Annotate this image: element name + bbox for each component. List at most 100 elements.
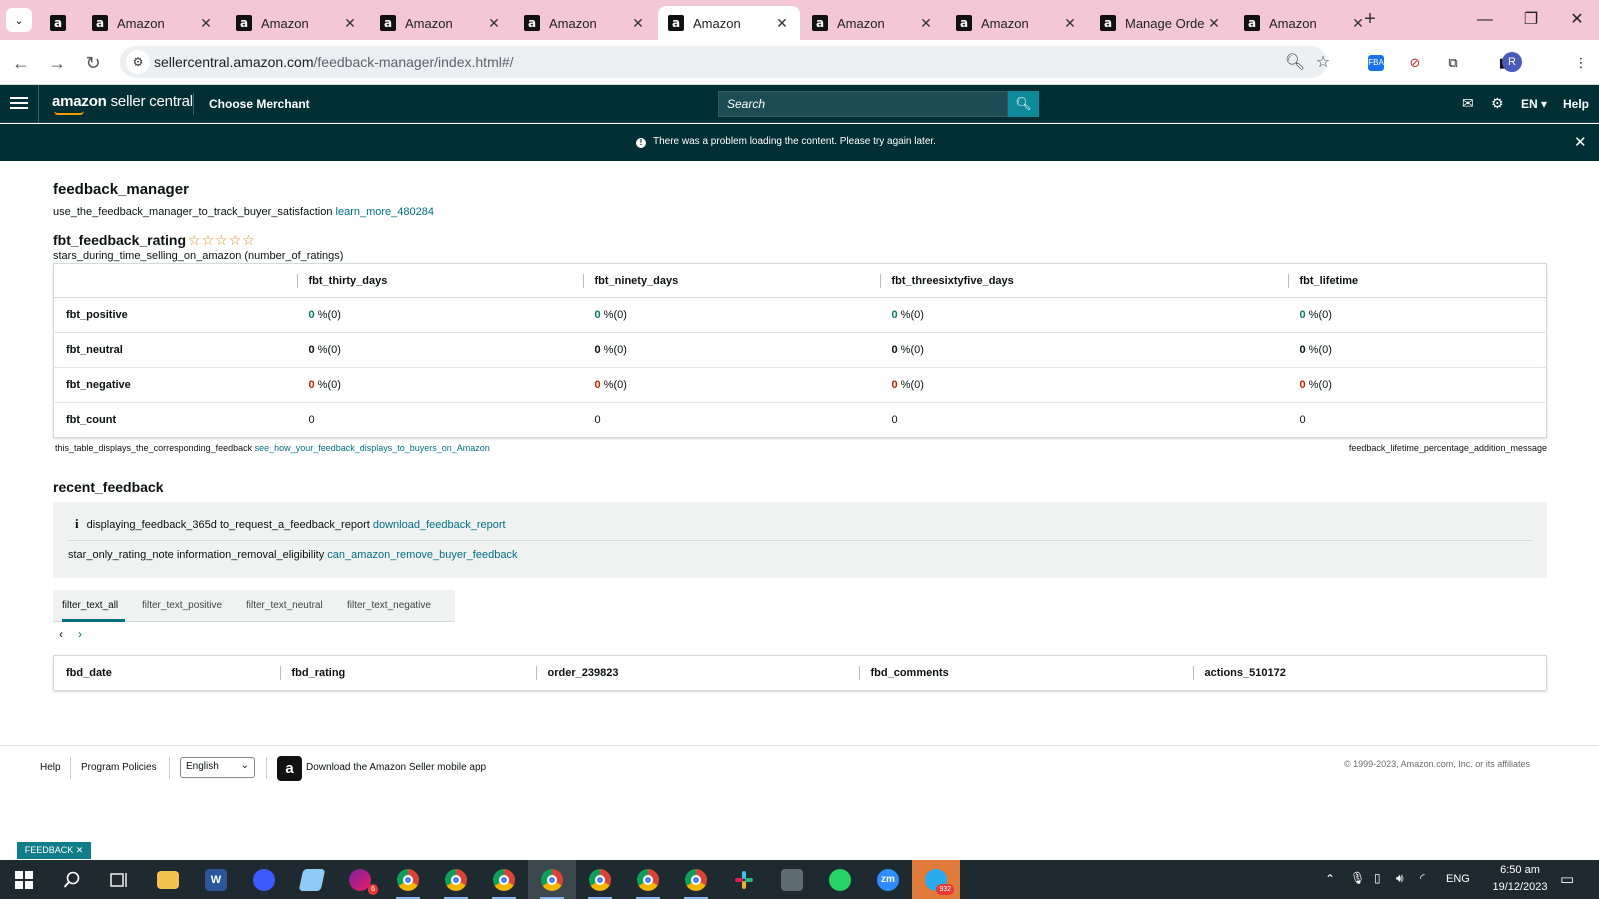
messenger-icon[interactable]: 6 bbox=[336, 860, 384, 899]
search-input[interactable]: Search bbox=[718, 91, 1008, 117]
chevron-right-icon[interactable]: › bbox=[78, 627, 82, 641]
chrome-icon[interactable] bbox=[624, 860, 672, 899]
column-header[interactable]: actions_510172 bbox=[1192, 656, 1547, 691]
search-button[interactable]: 🔍︎ bbox=[1008, 91, 1039, 117]
extensions-puzzle-icon[interactable]: ⧉ bbox=[1442, 52, 1464, 74]
browser-menu-icon[interactable]: ⋮ bbox=[1570, 52, 1592, 74]
seller-app-icon[interactable]: a bbox=[277, 756, 302, 781]
new-tab-plus-icon[interactable]: + bbox=[1358, 8, 1382, 32]
reload-icon[interactable]: ↻ bbox=[80, 50, 106, 76]
browser-tab[interactable]: a Amazon ✕ bbox=[1234, 6, 1376, 40]
choose-merchant-button[interactable]: Choose Merchant bbox=[209, 97, 310, 111]
clock-time[interactable]: 6:50 am bbox=[1490, 864, 1550, 876]
close-banner-icon[interactable]: ✕ bbox=[1574, 133, 1587, 151]
whatsapp-icon[interactable] bbox=[816, 860, 864, 899]
windows-start-icon[interactable] bbox=[0, 860, 48, 899]
mail-icon[interactable]: ✉ bbox=[1462, 95, 1474, 112]
browser-tab[interactable]: a Manage Orde ✕ bbox=[1090, 6, 1232, 40]
column-header[interactable]: fbd_comments bbox=[858, 656, 1193, 691]
tab-filter-neutral[interactable]: filter_text_neutral bbox=[246, 600, 323, 611]
learn-more-link[interactable]: learn_more_480284 bbox=[336, 206, 434, 218]
wifi-icon[interactable]: ◜ bbox=[1420, 871, 1425, 885]
task-view-icon[interactable] bbox=[96, 860, 144, 899]
footer-help-link[interactable]: Help bbox=[40, 762, 61, 773]
see-how-feedback-displays-link[interactable]: see_how_your_feedback_displays_to_buyers… bbox=[255, 443, 490, 453]
tab-filter-negative[interactable]: filter_text_negative bbox=[347, 600, 431, 611]
hamburger-menu-icon[interactable] bbox=[10, 94, 28, 112]
language-selector[interactable]: EN ▾ bbox=[1521, 97, 1547, 111]
program-policies-link[interactable]: Program Policies bbox=[81, 762, 157, 773]
tab-close-icon[interactable]: ✕ bbox=[342, 15, 358, 32]
browser-tab-pinned[interactable]: a bbox=[40, 6, 80, 40]
chrome-icon[interactable] bbox=[480, 860, 528, 899]
extension-fba-icon[interactable]: FBA bbox=[1368, 55, 1384, 71]
telegram-icon[interactable]: 932 bbox=[912, 860, 960, 899]
tab-label: Amazon bbox=[261, 15, 309, 31]
download-feedback-report-link[interactable]: download_feedback_report bbox=[373, 519, 506, 531]
file-explorer-icon[interactable] bbox=[144, 860, 192, 899]
chrome-icon[interactable] bbox=[384, 860, 432, 899]
slack-icon[interactable] bbox=[720, 860, 768, 899]
browser-tab[interactable]: a Amazon ✕ bbox=[370, 6, 512, 40]
tab-close-icon[interactable]: ✕ bbox=[630, 15, 646, 32]
close-window-icon[interactable]: ✕ bbox=[1562, 8, 1592, 32]
browser-tab[interactable]: a Amazon ✕ bbox=[514, 6, 656, 40]
chevron-up-icon[interactable]: ⌃ bbox=[1325, 872, 1335, 886]
tab-close-icon[interactable]: ✕ bbox=[774, 15, 790, 32]
tab-close-icon[interactable]: ✕ bbox=[1206, 15, 1222, 32]
site-info-icon[interactable]: ⚙ bbox=[126, 50, 150, 74]
tab-close-icon[interactable]: ✕ bbox=[1062, 15, 1078, 32]
tab-search-menu-icon[interactable]: ⌄ bbox=[6, 8, 32, 32]
microphone-icon[interactable]: 🎙︎ bbox=[1350, 871, 1365, 885]
address-bar[interactable]: ⚙ sellercentral.amazon.com/feedback-mana… bbox=[120, 46, 1330, 78]
column-header[interactable]: fbd_date bbox=[54, 656, 280, 691]
app-shield-icon[interactable] bbox=[240, 860, 288, 899]
remove-buyer-feedback-link[interactable]: can_amazon_remove_buyer_feedback bbox=[327, 549, 517, 561]
percent-text: %(0) bbox=[600, 379, 627, 391]
word-icon[interactable]: W bbox=[192, 860, 240, 899]
volume-icon[interactable]: 🔊︎ bbox=[1396, 871, 1404, 886]
tab-filter-all[interactable]: filter_text_all bbox=[62, 600, 118, 611]
minimize-icon[interactable]: — bbox=[1470, 8, 1500, 32]
download-app-link[interactable]: Download the Amazon Seller mobile app bbox=[306, 762, 486, 773]
search-icon[interactable] bbox=[48, 860, 96, 899]
chrome-icon[interactable] bbox=[432, 860, 480, 899]
footer-language-select[interactable]: English ⌄ bbox=[180, 757, 255, 778]
chevron-left-icon[interactable]: ‹ bbox=[59, 627, 63, 641]
tab-label: Amazon bbox=[549, 15, 597, 31]
chrome-icon[interactable] bbox=[672, 860, 720, 899]
browser-tab[interactable]: a Amazon ✕ bbox=[946, 6, 1088, 40]
column-header[interactable]: fbd_rating bbox=[279, 656, 536, 691]
back-arrow-icon[interactable]: ← bbox=[8, 50, 34, 76]
browser-tab-active[interactable]: a Amazon ✕ bbox=[658, 6, 800, 40]
chrome-icon-active[interactable] bbox=[528, 860, 576, 899]
feedback-button[interactable]: FEEDBACK ✕ bbox=[17, 842, 91, 859]
browser-tab[interactable]: a Amazon ✕ bbox=[82, 6, 224, 40]
clock-date[interactable]: 19/12/2023 bbox=[1481, 881, 1559, 893]
tab-close-icon[interactable]: ✕ bbox=[198, 15, 214, 32]
chrome-icon[interactable] bbox=[576, 860, 624, 899]
gear-icon[interactable]: ⚙ bbox=[1491, 95, 1504, 112]
tab-close-icon[interactable]: ✕ bbox=[918, 15, 934, 32]
tab-filter-positive[interactable]: filter_text_positive bbox=[142, 600, 222, 611]
column-header[interactable]: order_239823 bbox=[535, 656, 859, 691]
notes-app-icon[interactable] bbox=[288, 860, 336, 899]
zoom-app-icon[interactable]: zm bbox=[864, 860, 912, 899]
seller-central-logo[interactable]: amazon seller central bbox=[52, 93, 193, 110]
battery-icon[interactable]: ▯ bbox=[1374, 871, 1381, 885]
profile-avatar[interactable]: R bbox=[1502, 52, 1522, 72]
calculator-icon[interactable] bbox=[768, 860, 816, 899]
bookmark-star-icon[interactable]: ☆ bbox=[1312, 52, 1334, 74]
url-text[interactable]: sellercentral.amazon.com/feedback-manage… bbox=[154, 54, 514, 70]
forward-arrow-icon[interactable]: → bbox=[44, 50, 70, 76]
browser-tab[interactable]: a Amazon ✕ bbox=[802, 6, 944, 40]
browser-tab[interactable]: a Amazon ✕ bbox=[226, 6, 368, 40]
zoom-icon[interactable]: 🔍︎ bbox=[1284, 52, 1306, 74]
extension-slash-icon[interactable]: ⊘ bbox=[1404, 52, 1426, 74]
tab-label: Amazon bbox=[405, 15, 453, 31]
tab-close-icon[interactable]: ✕ bbox=[486, 15, 502, 32]
help-link[interactable]: Help bbox=[1563, 97, 1589, 111]
notifications-icon[interactable]: ▭ bbox=[1560, 870, 1574, 888]
restore-icon[interactable]: ❐ bbox=[1516, 8, 1546, 32]
input-language[interactable]: ENG bbox=[1446, 873, 1470, 885]
